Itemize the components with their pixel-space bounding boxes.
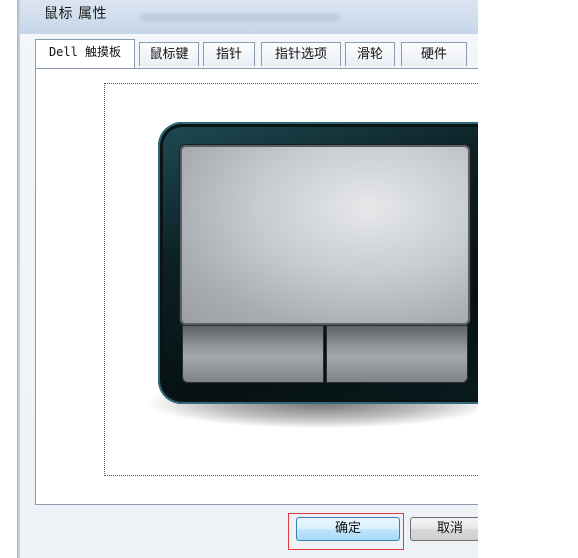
window-title: 鼠标 属性 [44,6,107,22]
tab-pointer-options[interactable]: 指针选项 [261,42,341,66]
title-bar[interactable]: 鼠标 属性 [20,0,478,34]
title-bar-blur [140,14,340,21]
touchpad-surface [180,145,470,325]
touchpad-left-button [182,325,324,383]
tab-buttons[interactable]: 鼠标键 [139,42,199,66]
touchpad-right-button [326,325,468,383]
tab-dell-touchpad[interactable]: Dell 触摸板 [35,39,135,68]
tab-hardware[interactable]: 硬件 [401,42,467,66]
screenshot-crop-area [478,0,578,558]
tab-pointers[interactable]: 指针 [203,42,255,66]
tab-wheel[interactable]: 滑轮 [345,42,395,66]
window-left-border [17,0,20,558]
highlight-box [288,513,404,550]
